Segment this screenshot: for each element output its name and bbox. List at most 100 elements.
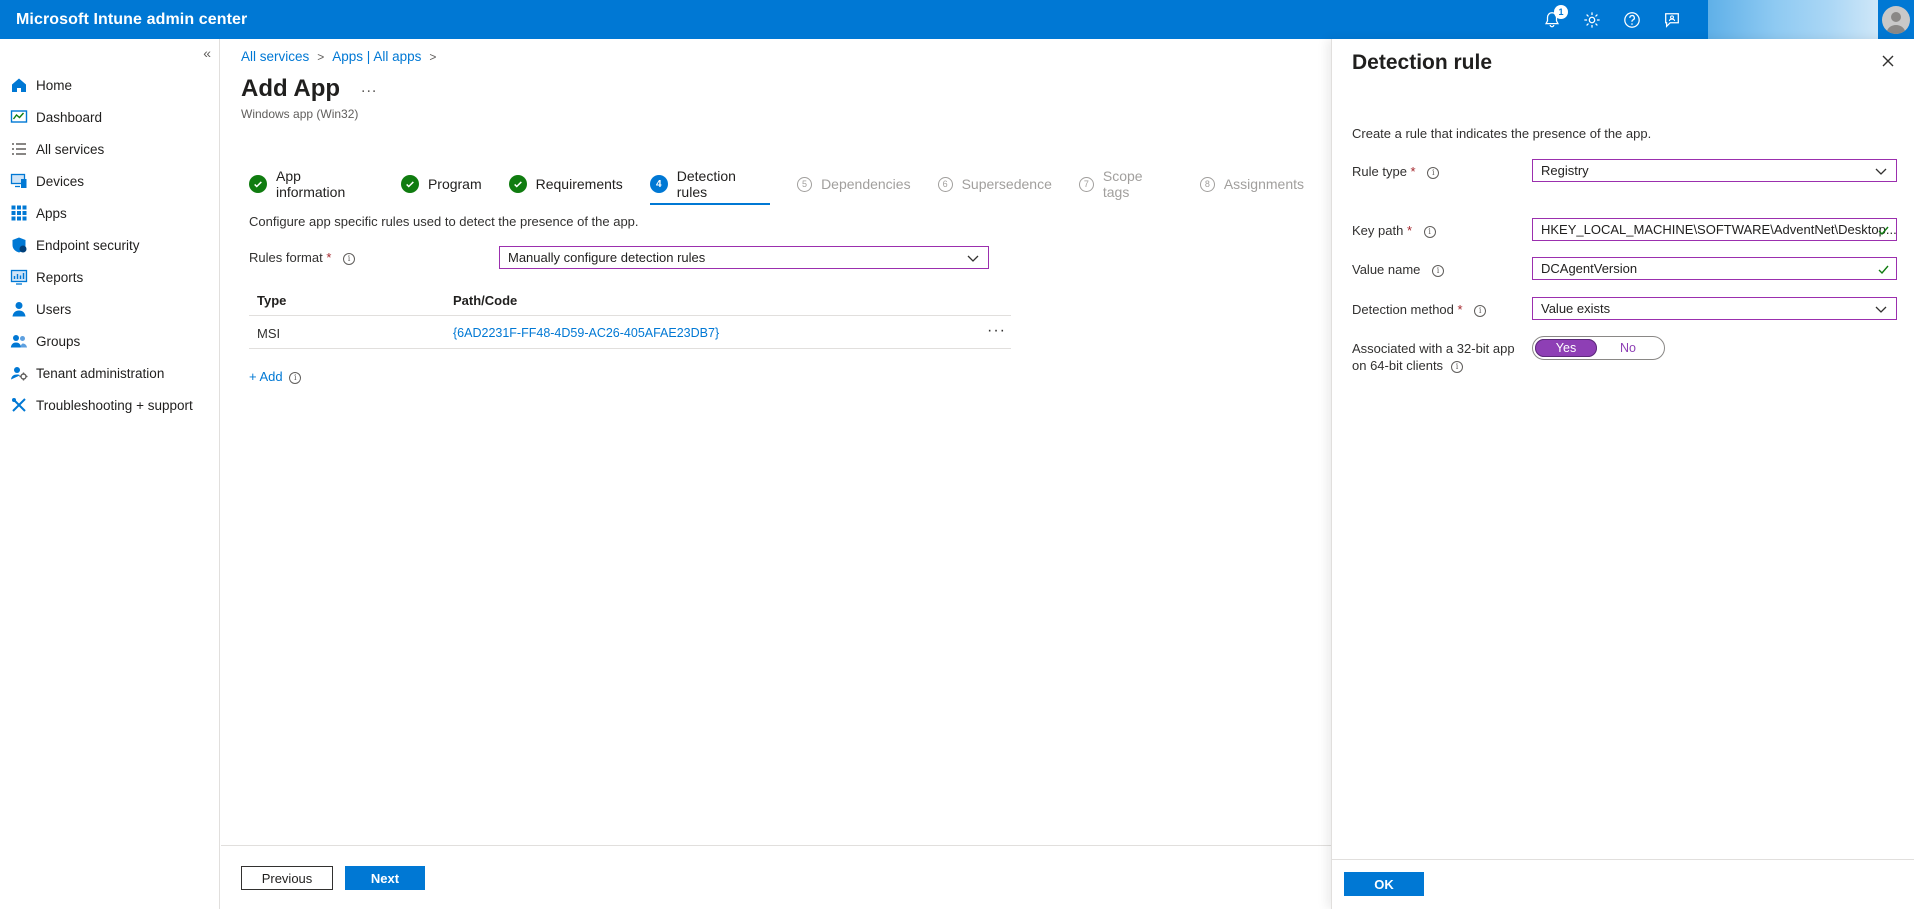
- step-assignments[interactable]: 8 Assignments: [1199, 169, 1304, 199]
- step-label: Program: [427, 176, 482, 192]
- nav-item-users[interactable]: Users: [0, 293, 219, 325]
- app-title[interactable]: Microsoft Intune admin center: [0, 11, 247, 29]
- table-row[interactable]: MSI {6AD2231F-FF48-4D59-AC26-405AFAE23DB…: [249, 317, 1011, 349]
- info-icon[interactable]: i: [1451, 360, 1464, 373]
- nav-item-label: Groups: [36, 333, 81, 349]
- checkmark-icon: [400, 175, 419, 193]
- nav-item-label: Home: [36, 77, 73, 93]
- panel-footer: OK: [1332, 859, 1914, 909]
- step-detection-rules[interactable]: 4 Detection rules: [649, 168, 771, 205]
- nav-item-groups[interactable]: Groups: [0, 325, 219, 357]
- step-supersedence[interactable]: 6 Supersedence: [937, 169, 1052, 199]
- info-icon[interactable]: i: [1423, 225, 1436, 238]
- row-more-button[interactable]: ···: [987, 322, 1006, 340]
- info-icon[interactable]: i: [1474, 304, 1487, 317]
- step-scope-tags[interactable]: 7 Scope tags: [1078, 168, 1173, 200]
- avatar-image: [1882, 5, 1910, 34]
- nav-item-reports[interactable]: Reports: [0, 261, 219, 293]
- notification-badge: 1: [1554, 5, 1568, 19]
- chevron-down-icon: [1875, 168, 1887, 175]
- more-actions-button[interactable]: ...: [361, 79, 377, 97]
- step-label: Dependencies: [821, 176, 911, 192]
- nav-item-all-services[interactable]: All services: [0, 133, 219, 165]
- checkmark-icon: [1878, 226, 1889, 235]
- rule-type-dropdown[interactable]: Registry: [1532, 159, 1897, 182]
- nav-item-label: All services: [36, 141, 105, 157]
- user-silhouette-icon: [1886, 11, 1906, 34]
- previous-button[interactable]: Previous: [241, 866, 333, 890]
- collapse-nav-button[interactable]: «: [203, 45, 211, 61]
- step-label: Assignments: [1223, 176, 1304, 192]
- associated-label-line2-wrap: on 64-bit clients i: [1352, 357, 1515, 374]
- step-number: 5: [797, 176, 813, 192]
- value-name-value: DCAgentVersion: [1541, 261, 1638, 276]
- required-marker: *: [1406, 164, 1416, 179]
- notifications-button[interactable]: 1: [1532, 0, 1572, 39]
- gear-icon: [1584, 11, 1600, 28]
- checkmark-icon: [1878, 265, 1889, 274]
- info-icon[interactable]: i: [343, 252, 356, 265]
- value-name-input[interactable]: DCAgentVersion: [1532, 257, 1897, 280]
- breadcrumb-all-services[interactable]: All services: [241, 49, 309, 64]
- key-path-label: Key path * i: [1352, 223, 1436, 238]
- breadcrumb-apps[interactable]: Apps | All apps: [332, 49, 421, 64]
- toggle-yes[interactable]: Yes: [1535, 339, 1597, 357]
- nav-item-apps[interactable]: Apps: [0, 197, 219, 229]
- main-content: All services > Apps | All apps > Add App…: [221, 39, 1331, 909]
- associated-label-line1: Associated with a 32-bit app: [1352, 341, 1515, 356]
- dashboard-icon: [10, 108, 28, 126]
- step-number: 7: [1078, 176, 1094, 192]
- top-bar-actions: 1: [1532, 0, 1914, 39]
- key-path-input[interactable]: HKEY_LOCAL_MACHINE\SOFTWARE\AdventNet\De…: [1532, 218, 1897, 241]
- page-title: Add App: [241, 75, 341, 102]
- help-button[interactable]: [1612, 0, 1652, 39]
- feedback-button[interactable]: [1652, 0, 1692, 39]
- step-dependencies[interactable]: 5 Dependencies: [797, 169, 911, 199]
- nav-item-dashboard[interactable]: Dashboard: [0, 101, 219, 133]
- detection-method-dropdown[interactable]: Value exists: [1532, 297, 1897, 320]
- next-button[interactable]: Next: [345, 866, 425, 890]
- info-icon[interactable]: i: [289, 371, 302, 384]
- info-icon[interactable]: i: [1427, 166, 1440, 179]
- step-program[interactable]: Program: [400, 169, 482, 199]
- nav-item-troubleshooting[interactable]: Troubleshooting + support: [0, 389, 219, 421]
- nav-item-label: Dashboard: [36, 109, 103, 125]
- row-path-link[interactable]: {6AD2231F-FF48-4D59-AC26-405AFAE23DB7}: [453, 326, 719, 340]
- chevron-down-icon: [967, 255, 979, 262]
- nav-item-endpoint-security[interactable]: Endpoint security: [0, 229, 219, 261]
- list-icon: [10, 140, 28, 158]
- step-label: Detection rules: [676, 168, 736, 200]
- settings-button[interactable]: [1572, 0, 1612, 39]
- avatar[interactable]: [1878, 0, 1914, 39]
- ok-button[interactable]: OK: [1344, 872, 1424, 896]
- add-rule-link[interactable]: + Add i: [249, 369, 302, 384]
- nav-item-devices[interactable]: Devices: [0, 165, 219, 197]
- account-name[interactable]: [1708, 0, 1878, 39]
- nav-item-label: Apps: [36, 205, 67, 221]
- toggle-no[interactable]: No: [1597, 339, 1659, 357]
- tools-icon: [10, 396, 28, 414]
- nav-item-home[interactable]: Home: [0, 69, 219, 101]
- required-marker: *: [1403, 223, 1412, 238]
- rule-type-label-text: Rule type: [1352, 164, 1407, 179]
- row-type: MSI: [257, 326, 281, 341]
- associated-32bit-toggle[interactable]: Yes No: [1532, 336, 1665, 360]
- step-number: 6: [937, 176, 953, 192]
- step-requirements[interactable]: Requirements: [508, 169, 623, 199]
- step-number: 4: [649, 175, 668, 193]
- rules-format-dropdown[interactable]: Manually configure detection rules: [499, 246, 989, 269]
- associated-label-line2: on 64-bit clients: [1352, 358, 1444, 373]
- add-rule-label: + Add: [249, 369, 283, 384]
- info-icon[interactable]: i: [1432, 264, 1445, 277]
- panel-description: Create a rule that indicates the presenc…: [1352, 126, 1652, 141]
- close-icon[interactable]: [1880, 53, 1896, 69]
- nav-list: Home Dashboard All services Devices Apps…: [0, 69, 219, 421]
- required-marker: *: [326, 250, 332, 265]
- step-label: Requirements: [535, 176, 623, 192]
- step-app-information[interactable]: App information: [249, 168, 374, 200]
- step-label: Supersedence: [961, 176, 1052, 192]
- nav-item-tenant-administration[interactable]: Tenant administration: [0, 357, 219, 389]
- column-type: Type: [257, 293, 287, 308]
- wizard-steps: App information Program Requirements 4 D…: [249, 168, 1331, 205]
- rule-type-value: Registry: [1541, 163, 1589, 178]
